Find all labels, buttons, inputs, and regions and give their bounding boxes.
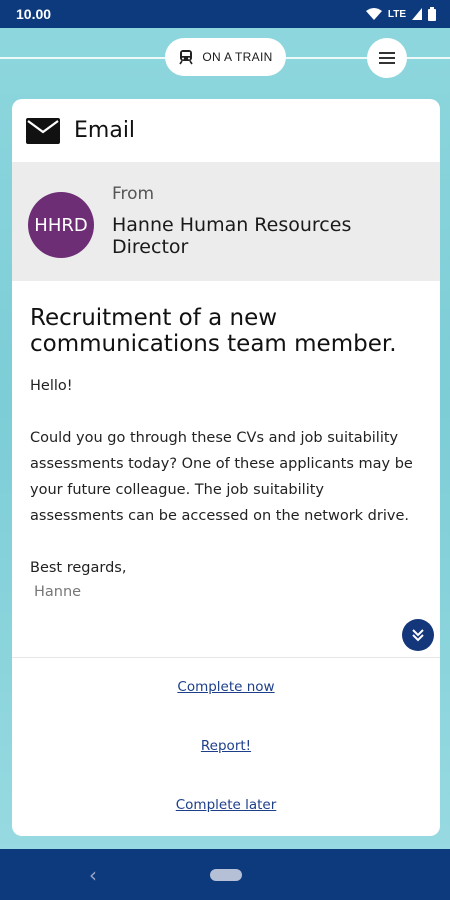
home-handle[interactable]: [210, 869, 242, 881]
status-bar: 10.00 LTE: [0, 0, 450, 28]
sender-info: From Hanne Human Resources Director: [112, 184, 372, 258]
battery-icon: [428, 7, 436, 21]
divider: [12, 657, 440, 658]
card-title: Email: [74, 118, 136, 143]
email-greeting: Hello!: [30, 378, 73, 394]
train-icon: [179, 50, 194, 65]
card-header: Email: [12, 99, 440, 162]
complete-later-link[interactable]: Complete later: [12, 797, 440, 813]
system-nav-bar: ‹: [0, 849, 450, 900]
signal-icon: [412, 8, 422, 20]
sender-avatar: HHRD: [28, 192, 94, 258]
complete-now-link[interactable]: Complete now: [12, 679, 440, 695]
email-body: Hello! Could you go through these CVs an…: [12, 357, 440, 581]
back-icon[interactable]: ‹: [89, 863, 97, 887]
sender-section: HHRD From Hanne Human Resources Director: [12, 162, 440, 281]
status-icons: LTE: [365, 7, 436, 21]
menu-icon: [379, 52, 395, 64]
scroll-down-button[interactable]: [402, 619, 434, 651]
email-card: Email HHRD From Hanne Human Resources Di…: [12, 99, 440, 836]
network-label: LTE: [387, 8, 406, 20]
email-subject: Recruitment of a new communications team…: [30, 305, 397, 357]
email-signature: Hanne: [34, 584, 82, 600]
report-link[interactable]: Report!: [12, 738, 440, 754]
email-message: Could you go through these CVs and job s…: [30, 430, 413, 524]
envelope-icon: [26, 117, 60, 144]
sender-name: Hanne Human Resources Director: [112, 214, 352, 258]
menu-button[interactable]: [367, 38, 407, 78]
from-label: From: [112, 184, 155, 204]
location-label: ON A TRAIN: [202, 50, 273, 64]
wifi-icon: [365, 8, 382, 20]
double-chevron-down-icon: [412, 629, 424, 642]
email-closing: Best regards,: [30, 560, 127, 576]
status-time: 10.00: [16, 6, 52, 22]
location-pill[interactable]: ON A TRAIN: [165, 38, 286, 76]
